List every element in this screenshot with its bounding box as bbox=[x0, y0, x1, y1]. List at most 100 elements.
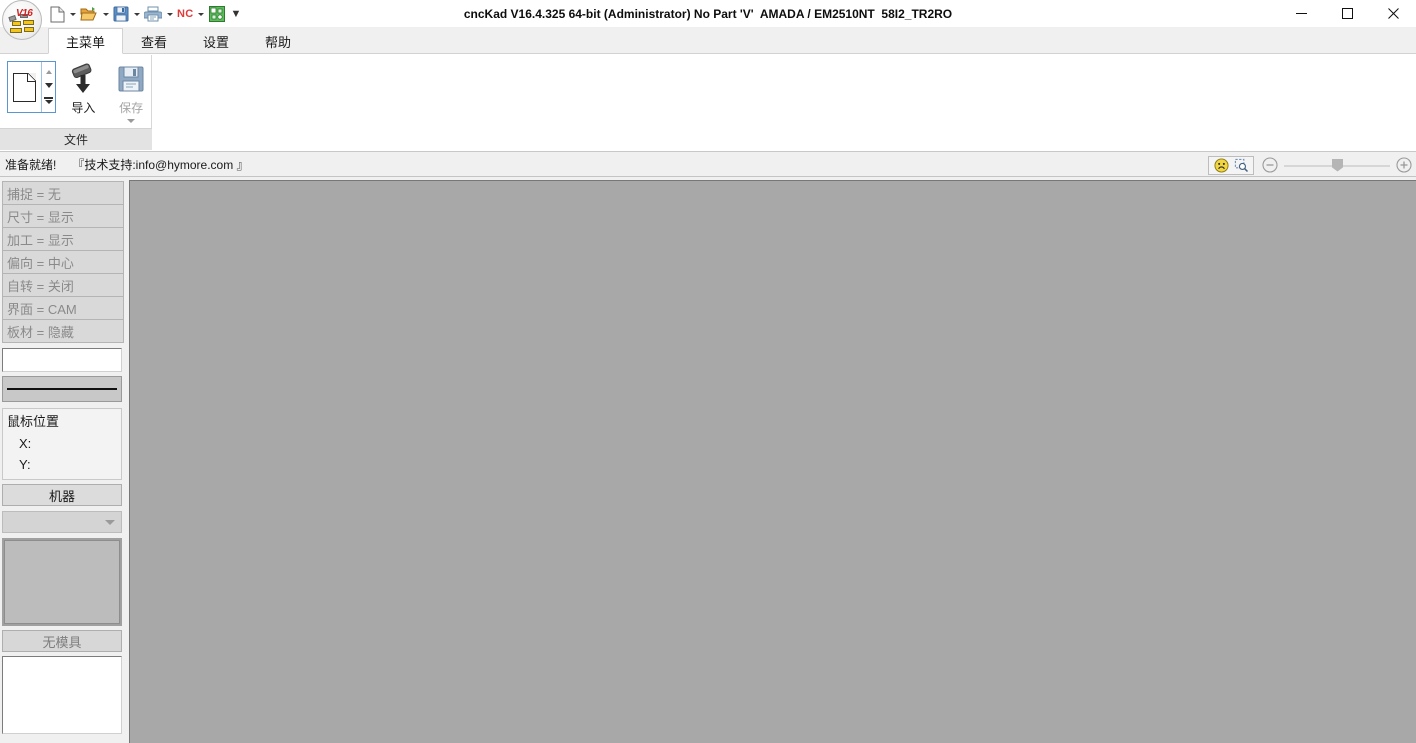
zoom-in-button[interactable] bbox=[1396, 157, 1412, 173]
qat-open-file-dropdown[interactable] bbox=[100, 3, 111, 25]
ribbon-group-items: 导入 保存 bbox=[0, 55, 152, 127]
property-sheet[interactable]: 板材 = 隐藏 bbox=[2, 319, 124, 343]
property-toggle-list: 捕捉 = 无 尺寸 = 显示 加工 = 显示 偏向 = 中心 自转 = 关闭 界… bbox=[0, 178, 126, 343]
status-icon-group bbox=[1208, 155, 1254, 175]
logo-block-4 bbox=[24, 27, 34, 32]
application-window: V16 NC ▼ cncKad V16.4.325 64-bit (Admini… bbox=[0, 0, 1416, 743]
quick-access-toolbar: NC ▼ bbox=[48, 3, 245, 25]
qat-nest-button[interactable] bbox=[207, 3, 227, 25]
property-interface[interactable]: 界面 = CAM bbox=[2, 296, 124, 320]
ribbon-tab-strip: 主菜单 查看 设置 帮助 bbox=[0, 27, 1416, 54]
property-snap[interactable]: 捕捉 = 无 bbox=[2, 181, 124, 205]
property-machining[interactable]: 加工 = 显示 bbox=[2, 227, 124, 251]
logo-block-3 bbox=[10, 28, 22, 33]
machine-section-header[interactable]: 机器 bbox=[2, 484, 122, 506]
minimize-icon bbox=[1295, 13, 1307, 14]
import-button[interactable]: 导入 bbox=[62, 61, 104, 116]
logo-block-2 bbox=[23, 20, 34, 25]
qat-save-button[interactable] bbox=[111, 3, 131, 25]
nc-text-icon: NC bbox=[177, 8, 194, 20]
close-button[interactable] bbox=[1370, 0, 1416, 27]
chevron-down-icon[interactable] bbox=[127, 119, 136, 123]
save-label: 保存 bbox=[119, 101, 144, 115]
sidebar-text-input[interactable] bbox=[2, 348, 122, 372]
line-style-preview[interactable] bbox=[2, 376, 122, 402]
app-logo-button[interactable]: V16 bbox=[2, 0, 42, 40]
zoom-slider-thumb[interactable] bbox=[1332, 158, 1343, 172]
mouse-position-x: X: bbox=[19, 436, 32, 451]
qat-new-file-button[interactable] bbox=[48, 3, 67, 25]
tab-main-menu[interactable]: 主菜单 bbox=[48, 28, 124, 54]
tool-list-panel[interactable] bbox=[2, 656, 122, 734]
tab-label: 查看 bbox=[141, 35, 168, 50]
machine-select[interactable] bbox=[2, 511, 122, 533]
logo-block-1 bbox=[12, 21, 21, 26]
tool-section-header[interactable]: 无模具 bbox=[2, 630, 122, 652]
mouse-position-panel: 鼠标位置 X: Y: bbox=[2, 408, 122, 480]
spinner-down-icon[interactable] bbox=[44, 82, 53, 88]
chevron-down-icon bbox=[198, 12, 204, 16]
page-icon bbox=[50, 6, 65, 22]
qat-save-dropdown[interactable] bbox=[131, 3, 142, 25]
maximize-button[interactable] bbox=[1324, 0, 1370, 27]
zoom-slider[interactable] bbox=[1284, 156, 1390, 175]
minimize-button[interactable] bbox=[1278, 0, 1324, 27]
zoom-control bbox=[1262, 156, 1412, 175]
property-dimension[interactable]: 尺寸 = 显示 bbox=[2, 204, 124, 228]
chevron-down-icon bbox=[133, 12, 140, 16]
close-icon bbox=[1387, 8, 1399, 19]
mouse-position-y: Y: bbox=[19, 457, 31, 472]
status-bar-right bbox=[1208, 154, 1412, 176]
ribbon: 导入 保存 文件 bbox=[0, 54, 1416, 152]
tab-settings[interactable]: 设置 bbox=[185, 28, 247, 54]
sad-face-icon[interactable] bbox=[1211, 157, 1231, 174]
qat-print-button[interactable] bbox=[142, 3, 164, 25]
spinner-double-down-icon[interactable] bbox=[44, 97, 54, 105]
import-label: 导入 bbox=[71, 101, 96, 115]
folder-open-icon bbox=[80, 7, 97, 21]
maximize-icon bbox=[1341, 8, 1353, 19]
qat-new-file-dropdown[interactable] bbox=[67, 3, 78, 25]
machine-preview-box[interactable] bbox=[2, 538, 122, 626]
tab-view[interactable]: 查看 bbox=[123, 28, 185, 54]
floppy-disk-icon bbox=[113, 6, 129, 22]
zoom-out-button[interactable] bbox=[1262, 157, 1278, 173]
status-bar: 准备就绪! 『技术支持:info@hymore.com 』 bbox=[0, 153, 1416, 177]
chevron-down-icon bbox=[105, 519, 115, 525]
zoom-selection-icon[interactable] bbox=[1231, 157, 1251, 174]
printer-icon bbox=[144, 6, 162, 22]
chevron-down-icon bbox=[69, 12, 76, 16]
line-style-sample bbox=[7, 388, 117, 390]
window-controls bbox=[1278, 0, 1416, 27]
tab-label: 帮助 bbox=[265, 35, 292, 50]
tab-help[interactable]: 帮助 bbox=[247, 28, 309, 54]
green-squares-icon bbox=[208, 6, 225, 22]
qat-overflow-button[interactable]: ▼ bbox=[227, 8, 246, 20]
floppy-disk-icon bbox=[118, 66, 144, 92]
qat-nc-dropdown[interactable] bbox=[196, 3, 207, 25]
ribbon-group-label: 文件 bbox=[0, 128, 152, 150]
property-rotation[interactable]: 自转 = 关闭 bbox=[2, 273, 124, 297]
tab-label: 主菜单 bbox=[66, 34, 106, 50]
new-drawing-button[interactable] bbox=[7, 61, 57, 113]
logo-version-text: V16 bbox=[16, 8, 33, 19]
new-drawing-icon-wrap bbox=[8, 62, 41, 112]
page-icon bbox=[13, 72, 37, 102]
chevron-down-icon bbox=[102, 12, 109, 16]
import-icon bbox=[72, 63, 92, 93]
tab-label: 设置 bbox=[203, 35, 230, 50]
left-sidebar: 捕捉 = 无 尺寸 = 显示 加工 = 显示 偏向 = 中心 自转 = 关闭 界… bbox=[0, 178, 126, 743]
title-bar: V16 NC ▼ cncKad V16.4.325 64-bit (Admini… bbox=[0, 0, 1416, 40]
qat-open-file-button[interactable] bbox=[78, 3, 100, 25]
spinner-up-icon[interactable] bbox=[45, 69, 52, 74]
property-offset[interactable]: 偏向 = 中心 bbox=[2, 250, 124, 274]
ribbon-group-file: 导入 保存 文件 bbox=[0, 55, 152, 150]
status-message: 准备就绪! bbox=[5, 158, 57, 172]
mouse-position-title: 鼠标位置 bbox=[7, 414, 60, 429]
qat-nc-button[interactable]: NC bbox=[175, 3, 196, 25]
new-drawing-spinner[interactable] bbox=[41, 62, 55, 112]
drawing-canvas[interactable] bbox=[129, 180, 1416, 743]
qat-print-dropdown[interactable] bbox=[164, 3, 175, 25]
chevron-down-icon bbox=[166, 12, 173, 16]
save-button[interactable]: 保存 bbox=[110, 61, 152, 123]
